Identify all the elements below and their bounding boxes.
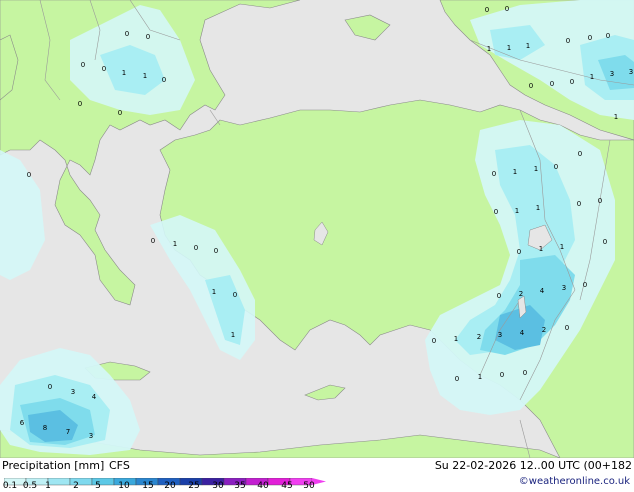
precip-value: 3	[610, 70, 614, 78]
precip-value: 0	[606, 32, 610, 40]
precip-value: 2	[519, 290, 523, 298]
precip-value: 0	[500, 371, 504, 379]
precip-value: 3	[71, 388, 75, 396]
precip-value: 0	[194, 244, 198, 252]
precip-value: 1	[526, 42, 530, 50]
precip-value: 0	[233, 291, 237, 299]
precip-value: 1	[590, 73, 594, 81]
precip-value: 0	[81, 61, 85, 69]
precip-value: 0	[554, 163, 558, 171]
precip-value: 4	[520, 329, 525, 337]
precip-value: 0	[146, 33, 150, 41]
precip-value: 1	[487, 45, 491, 53]
precip-value: 0	[48, 383, 52, 391]
precip-value: 3	[629, 68, 633, 76]
precip-value: 1	[454, 335, 458, 343]
precip-value: 1	[143, 72, 147, 80]
precip-value: 7	[66, 428, 70, 436]
precip-value: 0	[485, 6, 489, 14]
precip-value: 0	[566, 37, 570, 45]
precip-value: 0	[214, 247, 218, 255]
precip-value: 1	[614, 113, 618, 121]
credit-link[interactable]: ©weatheronline.co.uk	[519, 476, 630, 487]
precip-value: 1	[560, 243, 564, 251]
precip-value: 0	[588, 34, 592, 42]
precip-value: 0	[565, 324, 569, 332]
precip-value: 0	[492, 170, 496, 178]
precip-value: 4	[540, 287, 545, 295]
precip-value: 6	[20, 419, 25, 427]
precip-value: 0	[517, 248, 521, 256]
precip-value: 0	[583, 281, 587, 289]
precip-value: 0	[505, 5, 509, 13]
precip-value: 0	[455, 375, 459, 383]
precip-value: 0	[118, 109, 122, 117]
precip-value: 0	[570, 78, 574, 86]
precip-value: 0	[598, 197, 602, 205]
precip-value: 1	[173, 240, 177, 248]
precip-value: 1	[534, 165, 538, 173]
precip-value: 0	[27, 171, 31, 179]
precip-value: 0	[125, 30, 129, 38]
precip-value: 1	[478, 373, 482, 381]
precip-value: 1	[513, 168, 517, 176]
precip-value: 1	[507, 44, 511, 52]
precip-value: 1	[231, 331, 235, 339]
precip-value: 0	[577, 200, 581, 208]
precip-value: 3	[562, 284, 566, 292]
precip-value: 0	[151, 237, 155, 245]
model-name: CFS	[109, 459, 130, 472]
precip-value: 8	[43, 424, 47, 432]
precip-value: 0	[603, 238, 607, 246]
precip-value: 1	[539, 245, 543, 253]
precip-value: 0	[497, 292, 501, 300]
precip-value: 0	[523, 369, 527, 377]
precip-value: 1	[122, 69, 126, 77]
precip-value: 0	[432, 337, 436, 345]
precip-value: 1	[515, 207, 519, 215]
precip-value: 0	[78, 100, 82, 108]
precip-value: 0	[162, 76, 166, 84]
precipitation-map: 0 0 1 1 0 0 0 0 0 0 1 1 1 0 0 0 0 0 0 0 …	[0, 0, 634, 458]
precip-value: 3	[498, 331, 502, 339]
legend-swatch	[47, 477, 71, 486]
precip-value: 1	[536, 204, 540, 212]
precip-value: 2	[477, 333, 481, 341]
precip-value: 0	[550, 80, 554, 88]
footer-bar: Precipitation [mm] CFS Su 22-02-2026 12.…	[0, 458, 634, 491]
precip-value: 3	[89, 432, 93, 440]
precip-value: 0	[494, 208, 498, 216]
precip-value: 1	[212, 288, 216, 296]
precip-value: 0	[529, 82, 533, 90]
precip-value: 0	[578, 150, 582, 158]
precip-value: 0	[102, 65, 106, 73]
precip-value: 2	[542, 326, 546, 334]
forecast-datetime: Su 22-02-2026 12..00 UTC (00+182	[434, 459, 632, 472]
map-title: Precipitation [mm]	[2, 459, 105, 472]
precip-value: 4	[92, 393, 97, 401]
